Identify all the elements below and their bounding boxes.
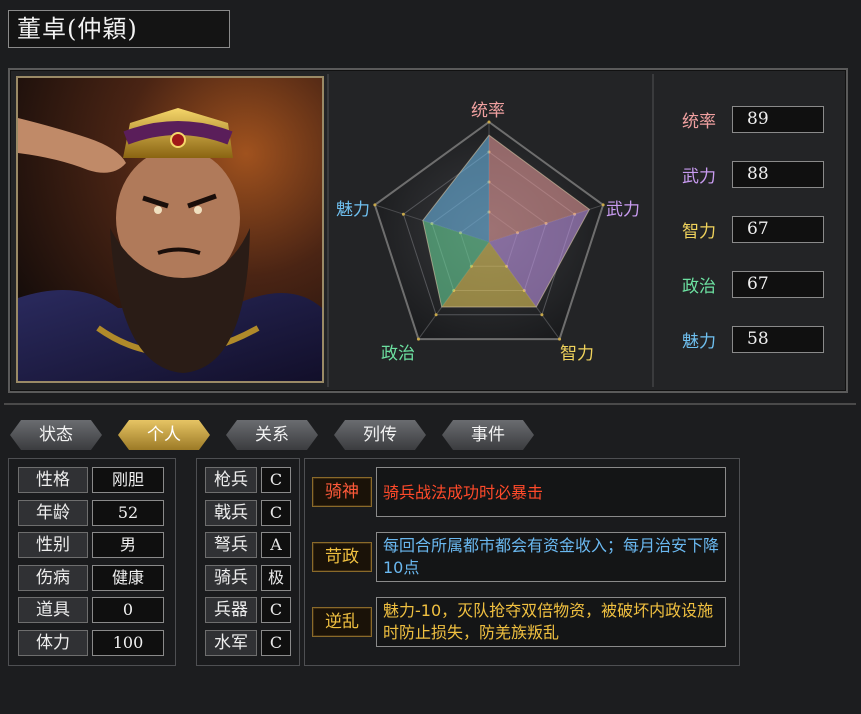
personal-value: 0 xyxy=(92,597,164,623)
radar-tick-dot xyxy=(373,203,377,207)
personal-key: 伤病 xyxy=(18,565,88,591)
personal-value: 男 xyxy=(92,532,164,558)
personal-value: 52 xyxy=(92,500,164,526)
personal-row-injury: 伤病 健康 xyxy=(18,565,164,591)
troop-key: 兵器 xyxy=(205,597,257,623)
skill-name[interactable]: 逆乱 xyxy=(312,607,372,637)
personal-value: 100 xyxy=(92,630,164,656)
personal-row-personality: 性格 刚胆 xyxy=(18,467,164,493)
troop-row-halberd: 戟兵 C xyxy=(205,500,291,526)
skill-description: 骑兵战法成功时必暴击 xyxy=(376,467,726,517)
stat-value: 67 xyxy=(732,215,824,243)
radar-label-charm: 魅力 xyxy=(336,200,370,220)
troop-key: 枪兵 xyxy=(205,467,257,493)
radar-tick-dot xyxy=(601,203,605,207)
troop-row-siege: 兵器 C xyxy=(205,597,291,623)
radar-tick-dot xyxy=(540,313,544,317)
stat-label: 智力 xyxy=(682,221,716,242)
radar-label-leadership: 统率 xyxy=(471,101,505,121)
stat-value: 88 xyxy=(732,160,824,188)
troop-key: 弩兵 xyxy=(205,532,257,558)
troop-key: 骑兵 xyxy=(205,565,257,591)
skill-name[interactable]: 骑神 xyxy=(312,477,372,507)
personal-key: 道具 xyxy=(18,597,88,623)
troop-grade: 极 xyxy=(261,565,291,591)
stats-panel: 统率 武力 智力 政治 魅力 统率 89 武力 88 智力 67 政治 67 魅… xyxy=(8,68,848,393)
stat-row-intelligence: 智力 67 xyxy=(682,215,824,243)
stat-row-leadership: 统率 89 xyxy=(682,105,824,133)
radar-tick-dot xyxy=(401,212,405,216)
tab-biography[interactable]: 列传 xyxy=(334,420,426,450)
skill-row: 骑神 骑兵战法成功时必暴击 xyxy=(312,467,726,517)
personal-row-stamina: 体力 100 xyxy=(18,630,164,656)
general-name-title: 董卓(仲穎) xyxy=(8,10,230,48)
radar-tick-dot xyxy=(416,337,420,341)
troop-row-spear: 枪兵 C xyxy=(205,467,291,493)
personal-row-gender: 性别 男 xyxy=(18,532,164,558)
stat-label: 魅力 xyxy=(682,331,716,352)
stat-value: 58 xyxy=(732,325,824,353)
tab-events[interactable]: 事件 xyxy=(442,420,534,450)
skill-row: 苛政 每回合所属都市都会有资金收入；每月治安下降10点 xyxy=(312,532,726,582)
stat-label: 统率 xyxy=(682,111,716,132)
radar-label-war: 武力 xyxy=(606,200,640,220)
troop-grade: C xyxy=(261,467,291,493)
radar-tick-dot xyxy=(434,313,438,317)
stat-row-war: 武力 88 xyxy=(682,160,824,188)
radar-label-politics: 政治 xyxy=(381,344,415,364)
tab-personal[interactable]: 个人 xyxy=(118,420,210,450)
troop-grade: C xyxy=(261,630,291,656)
troop-row-navy: 水军 C xyxy=(205,630,291,656)
personal-key: 性别 xyxy=(18,532,88,558)
stat-row-politics: 政治 67 xyxy=(682,270,824,298)
stat-label: 武力 xyxy=(682,166,716,187)
skill-row: 逆乱 魅力-10，灭队抢夺双倍物资，被破坏内政设施时防止损失，防羌族叛乱 xyxy=(312,597,726,647)
troop-key: 水军 xyxy=(205,630,257,656)
stat-value: 67 xyxy=(732,270,824,298)
troop-row-crossbow: 弩兵 A xyxy=(205,532,291,558)
tab-relations[interactable]: 关系 xyxy=(226,420,318,450)
personal-value: 刚胆 xyxy=(92,467,164,493)
tab-status[interactable]: 状态 xyxy=(10,420,102,450)
skill-description: 每回合所属都市都会有资金收入；每月治安下降10点 xyxy=(376,532,726,582)
skill-name[interactable]: 苛政 xyxy=(312,542,372,572)
general-portrait xyxy=(16,76,324,383)
personal-row-items: 道具 0 xyxy=(18,597,164,623)
troop-key: 戟兵 xyxy=(205,500,257,526)
personal-key: 年龄 xyxy=(18,500,88,526)
troop-grade: C xyxy=(261,500,291,526)
personal-row-age: 年龄 52 xyxy=(18,500,164,526)
troop-grade: C xyxy=(261,597,291,623)
troop-grade: A xyxy=(261,532,291,558)
personal-key: 体力 xyxy=(18,630,88,656)
stat-label: 政治 xyxy=(682,276,716,297)
stat-value: 89 xyxy=(732,105,824,133)
stat-row-charm: 魅力 58 xyxy=(682,325,824,353)
skill-description: 魅力-10，灭队抢夺双倍物资，被破坏内政设施时防止损失，防羌族叛乱 xyxy=(376,597,726,647)
radar-label-intelligence: 智力 xyxy=(560,344,594,364)
personal-key: 性格 xyxy=(18,467,88,493)
troop-row-cavalry: 骑兵 极 xyxy=(205,565,291,591)
radar-chart: 统率 武力 智力 政治 魅力 xyxy=(328,70,650,391)
personal-value: 健康 xyxy=(92,565,164,591)
